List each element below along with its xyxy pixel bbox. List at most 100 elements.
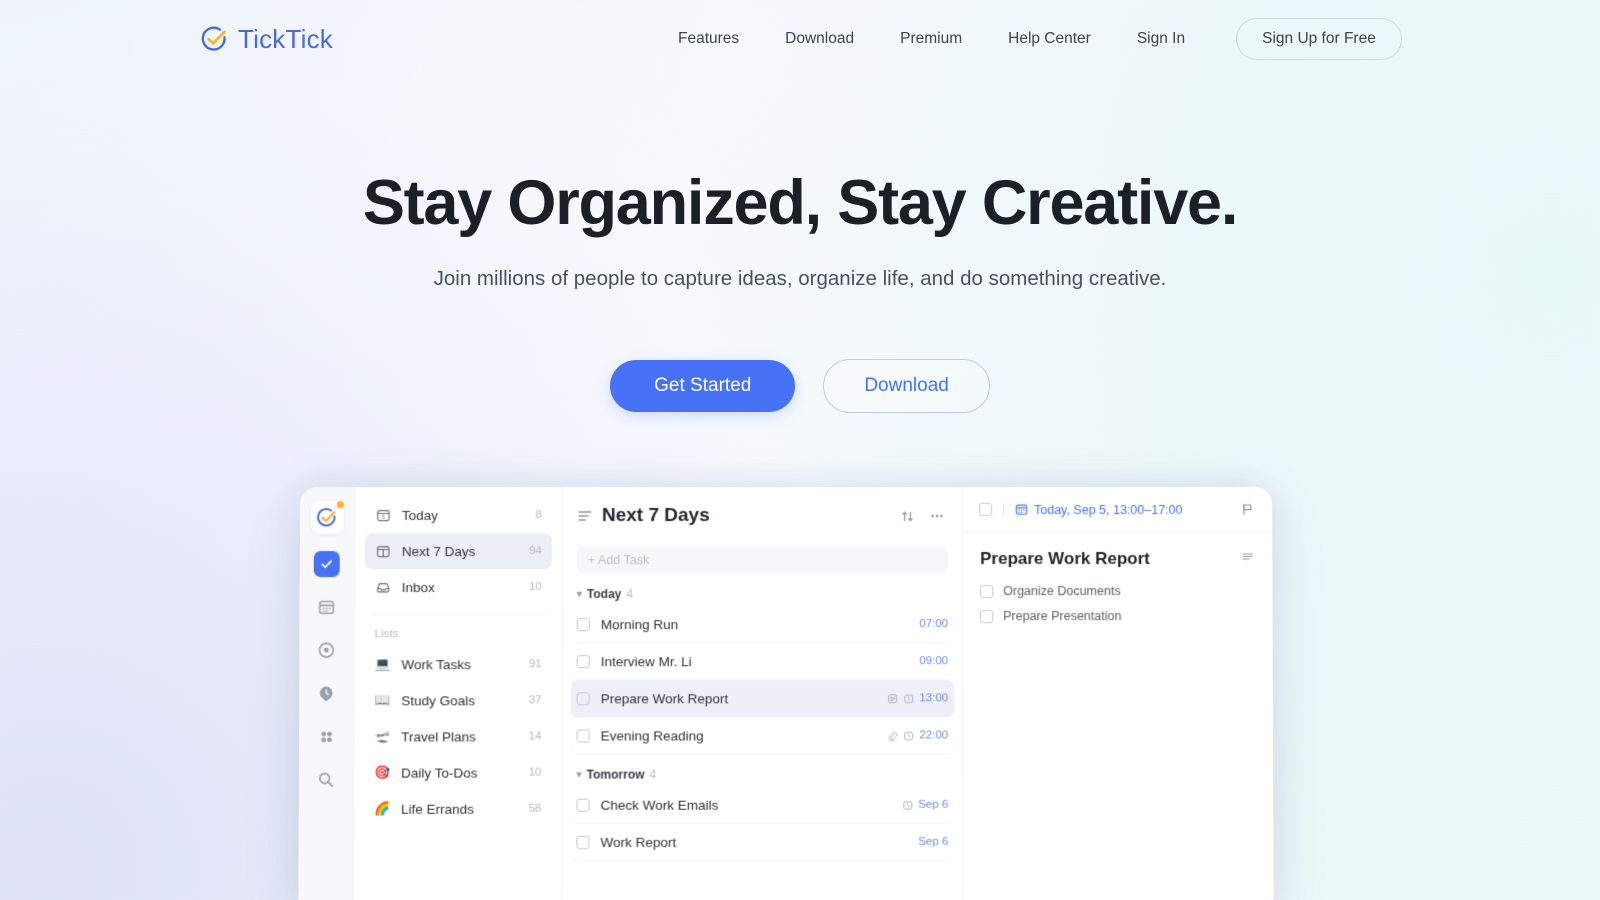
target-emoji-icon: 🎯	[374, 764, 391, 780]
subtask-row[interactable]: Organize Documents	[980, 584, 1255, 598]
flag-icon[interactable]	[1240, 502, 1255, 517]
list-view-icon[interactable]	[577, 508, 593, 524]
sidebar-divider	[370, 614, 546, 616]
task-title: Prepare Work Report	[600, 690, 729, 706]
menu-lines-icon[interactable]	[1240, 549, 1255, 564]
brand-logo[interactable]: TickTick	[200, 24, 333, 55]
task-meta: 22:00	[887, 729, 948, 741]
task-checkbox[interactable]	[576, 617, 590, 631]
task-date: Sep 6	[918, 798, 949, 811]
sidebar-item-label: Life Errands	[400, 801, 475, 817]
task-list-title: Next 7 Days	[601, 504, 710, 527]
inbox-icon	[375, 579, 392, 596]
task-list-header: Next 7 Days	[563, 499, 962, 533]
target-icon	[318, 641, 334, 657]
task-checkbox[interactable]	[576, 835, 590, 849]
sidebar-item-label: Work Tasks	[401, 656, 471, 672]
hero-cta-row: Get Started Download	[0, 359, 1600, 413]
brand-name: TickTick	[238, 24, 333, 54]
task-row[interactable]: Interview Mr. Li 09:00	[570, 643, 955, 681]
svg-text:5: 5	[382, 514, 385, 520]
task-row[interactable]: Work Report Sep 6	[570, 823, 955, 862]
more-horizontal-icon[interactable]	[929, 508, 945, 524]
sidebar-item-count: 58	[528, 802, 542, 815]
nav-link-help-center[interactable]: Help Center	[985, 0, 1114, 78]
rail-item-tasks[interactable]	[313, 551, 340, 578]
subtask-checkbox[interactable]	[980, 584, 994, 598]
task-row[interactable]: Check Work Emails Sep 6	[570, 786, 955, 824]
task-row[interactable]: Morning Run 07:00	[570, 606, 955, 644]
add-task-input[interactable]: + Add Task	[576, 546, 949, 575]
task-detail-panel: Today, Sep 5, 13:00–17:00 Prepare Work R…	[963, 487, 1274, 900]
app-sidebar: 5 Today 8 Next 7 Days 94 Inbox 10 Lists …	[353, 487, 563, 900]
task-title: Check Work Emails	[600, 797, 719, 813]
subtask-checkbox[interactable]	[980, 609, 994, 623]
task-group-header-today[interactable]: ▾ Today 4	[563, 574, 962, 606]
task-checkbox[interactable]	[576, 691, 590, 705]
nav-link-sign-in[interactable]: Sign In	[1114, 0, 1208, 78]
task-meta: 13:00	[887, 692, 948, 704]
sidebar-item-study-goals[interactable]: 📖 Study Goals 37	[364, 682, 551, 718]
nav-link-features[interactable]: Features	[655, 0, 762, 78]
download-button[interactable]: Download	[823, 359, 990, 413]
task-time: 07:00	[919, 618, 949, 631]
app-screenshot-mockup: 5 Today 8 Next 7 Days 94 Inbox 10 Lists …	[298, 487, 1274, 900]
nav-link-download[interactable]: Download	[762, 0, 877, 78]
nav-link-premium[interactable]: Premium	[877, 0, 985, 78]
sign-up-button[interactable]: Sign Up for Free	[1236, 18, 1402, 60]
rail-item-more-apps[interactable]	[313, 723, 339, 749]
task-time: 13:00	[919, 692, 949, 705]
alarm-clock-icon	[902, 799, 913, 810]
rail-item-focus[interactable]	[313, 637, 339, 663]
notification-dot-icon	[334, 498, 346, 510]
task-checkbox[interactable]	[576, 728, 590, 742]
task-checkbox[interactable]	[576, 654, 590, 668]
sidebar-item-next-7-days[interactable]: Next 7 Days 94	[364, 533, 552, 570]
alarm-clock-icon	[903, 693, 914, 704]
task-checkbox[interactable]	[576, 798, 590, 812]
sidebar-item-count: 10	[528, 581, 542, 594]
sidebar-item-daily-to-dos[interactable]: 🎯 Daily To-Dos 10	[364, 755, 552, 791]
task-due-date[interactable]: Today, Sep 5, 13:00–17:00	[1015, 502, 1226, 517]
sidebar-item-count: 8	[535, 508, 542, 522]
detail-task-checkbox[interactable]	[979, 502, 993, 517]
airplane-emoji-icon: 🛫	[374, 728, 391, 744]
task-time: 22:00	[919, 729, 949, 742]
sidebar-item-label: Study Goals	[401, 692, 476, 708]
sidebar-item-label: Travel Plans	[401, 728, 476, 744]
rail-logo-badge[interactable]	[310, 498, 346, 535]
sidebar-item-travel-plans[interactable]: 🛫 Travel Plans 14	[364, 718, 551, 754]
sidebar-item-life-errands[interactable]: 🌈 Life Errands 58	[364, 791, 552, 827]
sidebar-item-work-tasks[interactable]: 💻 Work Tasks 91	[364, 646, 551, 682]
sidebar-item-count: 10	[528, 766, 542, 779]
rail-item-search[interactable]	[313, 767, 339, 793]
sidebar-item-count: 91	[528, 658, 542, 671]
task-group-header-tomorrow[interactable]: ▾ Tomorrow 4	[562, 755, 962, 787]
task-row[interactable]: Prepare Work Report 13:00	[570, 680, 955, 718]
task-detail-header: Today, Sep 5, 13:00–17:00	[963, 487, 1273, 534]
sidebar-item-count: 94	[529, 545, 542, 558]
clock-pin-icon	[319, 686, 333, 702]
task-title: Morning Run	[600, 616, 679, 632]
rail-item-pomo[interactable]	[313, 680, 339, 706]
hero-subtitle: Join millions of people to capture ideas…	[433, 267, 1167, 290]
sidebar-item-today[interactable]: 5 Today 8	[365, 497, 552, 533]
sort-arrows-icon[interactable]	[900, 508, 915, 523]
subtask-label: Organize Documents	[1003, 584, 1121, 599]
sidebar-item-label: Today	[401, 507, 438, 523]
get-started-button[interactable]: Get Started	[610, 360, 796, 412]
sidebar-item-inbox[interactable]: Inbox 10	[365, 569, 552, 605]
rainbow-emoji-icon: 🌈	[374, 800, 391, 816]
sidebar-item-count: 37	[528, 694, 542, 707]
subtask-row[interactable]: Prepare Presentation	[980, 609, 1255, 623]
task-row[interactable]: Evening Reading 22:00	[570, 717, 955, 755]
laptop-emoji-icon: 💻	[374, 656, 392, 672]
book-emoji-icon: 📖	[374, 692, 391, 708]
subtask-label: Prepare Presentation	[1003, 609, 1122, 624]
grid-dots-icon	[320, 731, 332, 742]
task-group-label: Tomorrow	[586, 767, 645, 782]
task-time: 09:00	[919, 655, 949, 668]
chevron-down-icon: ▾	[576, 588, 582, 600]
rail-item-calendar[interactable]	[313, 594, 339, 620]
task-due-date-label: Today, Sep 5, 13:00–17:00	[1034, 502, 1183, 517]
